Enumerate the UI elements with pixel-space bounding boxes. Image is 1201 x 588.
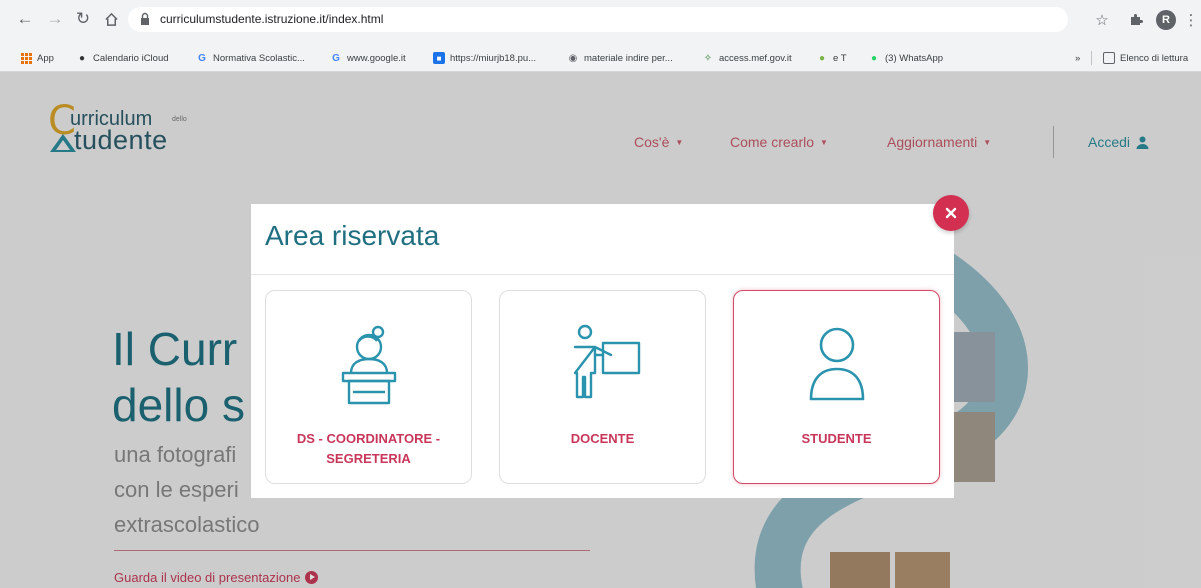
menu-kebab-icon[interactable]: ⋮ bbox=[1184, 10, 1199, 30]
bookmark-whatsapp[interactable]: ● (3) WhatsApp bbox=[868, 50, 943, 66]
more-bookmarks-button[interactable]: » bbox=[1075, 50, 1080, 66]
role-label-line1: DOCENTE bbox=[570, 431, 635, 446]
area-riservata-modal: Area riservata DS - COORDINATORE - SEGRE… bbox=[251, 204, 954, 498]
forward-arrow-icon[interactable]: → bbox=[44, 8, 66, 30]
role-label-line2: SEGRETERIA bbox=[326, 451, 411, 466]
role-card-ds-coordinatore-segreteria[interactable]: DS - COORDINATORE - SEGRETERIA bbox=[265, 290, 472, 484]
globe-icon: ◉ bbox=[568, 52, 578, 64]
profile-avatar[interactable]: R bbox=[1156, 10, 1176, 30]
home-icon[interactable] bbox=[100, 8, 122, 30]
bookmark-star-icon[interactable]: ☆ bbox=[1092, 10, 1112, 30]
bookmarks-divider bbox=[1091, 51, 1092, 65]
bookmark-google[interactable]: G www.google.it bbox=[330, 50, 406, 66]
apple-icon: ● bbox=[78, 52, 86, 64]
teacher-board-icon bbox=[573, 324, 641, 399]
reload-icon[interactable]: ↻ bbox=[72, 8, 94, 30]
bookmark-label: materiale indire per... bbox=[584, 52, 673, 64]
modal-header: Area riservata bbox=[251, 204, 954, 275]
more-bookmarks-label: » bbox=[1075, 52, 1081, 64]
bookmark-label: Calendario iCloud bbox=[93, 52, 169, 64]
modal-close-button[interactable] bbox=[933, 195, 969, 231]
bookmark-label: e T bbox=[833, 52, 847, 64]
role-card-label: STUDENTE bbox=[734, 429, 939, 449]
bookmark-label: (3) WhatsApp bbox=[885, 52, 944, 64]
role-card-docente[interactable]: DOCENTE bbox=[499, 290, 706, 484]
bookmark-normativa[interactable]: G Normativa Scolastic... bbox=[196, 50, 305, 66]
close-icon bbox=[945, 207, 957, 219]
browser-toolbar: ← → ↻ curriculumstudente.istruzione.it/i… bbox=[0, 0, 1201, 44]
bookmark-label: access.mef.gov.it bbox=[719, 52, 792, 64]
bookmark-label: www.google.it bbox=[347, 52, 406, 64]
site-icon: ■ bbox=[433, 52, 445, 64]
bookmarks-bar: App ● Calendario iCloud G Normativa Scol… bbox=[0, 44, 1201, 72]
bookmark-label: App bbox=[37, 52, 54, 64]
role-card-label: DS - COORDINATORE - SEGRETERIA bbox=[266, 429, 471, 469]
google-icon: G bbox=[198, 52, 206, 64]
reading-list-label: Elenco di lettura bbox=[1120, 52, 1189, 64]
mef-icon: ✧ bbox=[703, 52, 713, 64]
bookmark-label: https://miurjb18.pu... bbox=[450, 52, 537, 64]
role-card-label: DOCENTE bbox=[500, 429, 705, 449]
page-content: C urriculum dello tudente Cos'è ▼ Come c… bbox=[0, 72, 1201, 588]
secretary-desk-icon bbox=[341, 325, 397, 405]
bookmark-materiale-indire[interactable]: ◉ materiale indire per... bbox=[567, 50, 673, 66]
google-icon: G bbox=[332, 52, 340, 64]
back-arrow-icon[interactable]: ← bbox=[14, 8, 36, 30]
bookmark-app[interactable]: App bbox=[20, 50, 54, 66]
bookmark-calendario-icloud[interactable]: ● Calendario iCloud bbox=[76, 50, 169, 66]
address-bar[interactable]: curriculumstudente.istruzione.it/index.h… bbox=[128, 7, 1068, 32]
apps-grid-icon bbox=[20, 52, 32, 64]
bookmark-label: Normativa Scolastic... bbox=[213, 52, 305, 64]
whatsapp-icon: ● bbox=[870, 52, 878, 64]
role-card-studente[interactable]: STUDENTE bbox=[733, 290, 940, 484]
leaf-icon: ● bbox=[818, 52, 826, 64]
url-text: curriculumstudente.istruzione.it/index.h… bbox=[160, 12, 384, 26]
modal-title: Area riservata bbox=[265, 220, 440, 251]
bookmark-e-t[interactable]: ● e T bbox=[816, 50, 847, 66]
bookmark-miurjb18[interactable]: ■ https://miurjb18.pu... bbox=[433, 50, 536, 66]
reading-list-icon bbox=[1103, 52, 1115, 64]
bookmark-access-mef[interactable]: ✧ access.mef.gov.it bbox=[702, 50, 792, 66]
lock-icon bbox=[141, 12, 149, 25]
reading-list-button[interactable]: Elenco di lettura bbox=[1103, 50, 1188, 66]
extensions-puzzle-icon[interactable] bbox=[1126, 10, 1146, 30]
student-user-icon bbox=[809, 327, 865, 401]
role-label-line1: STUDENTE bbox=[801, 431, 872, 446]
role-label-line1: DS - COORDINATORE - bbox=[296, 431, 441, 446]
